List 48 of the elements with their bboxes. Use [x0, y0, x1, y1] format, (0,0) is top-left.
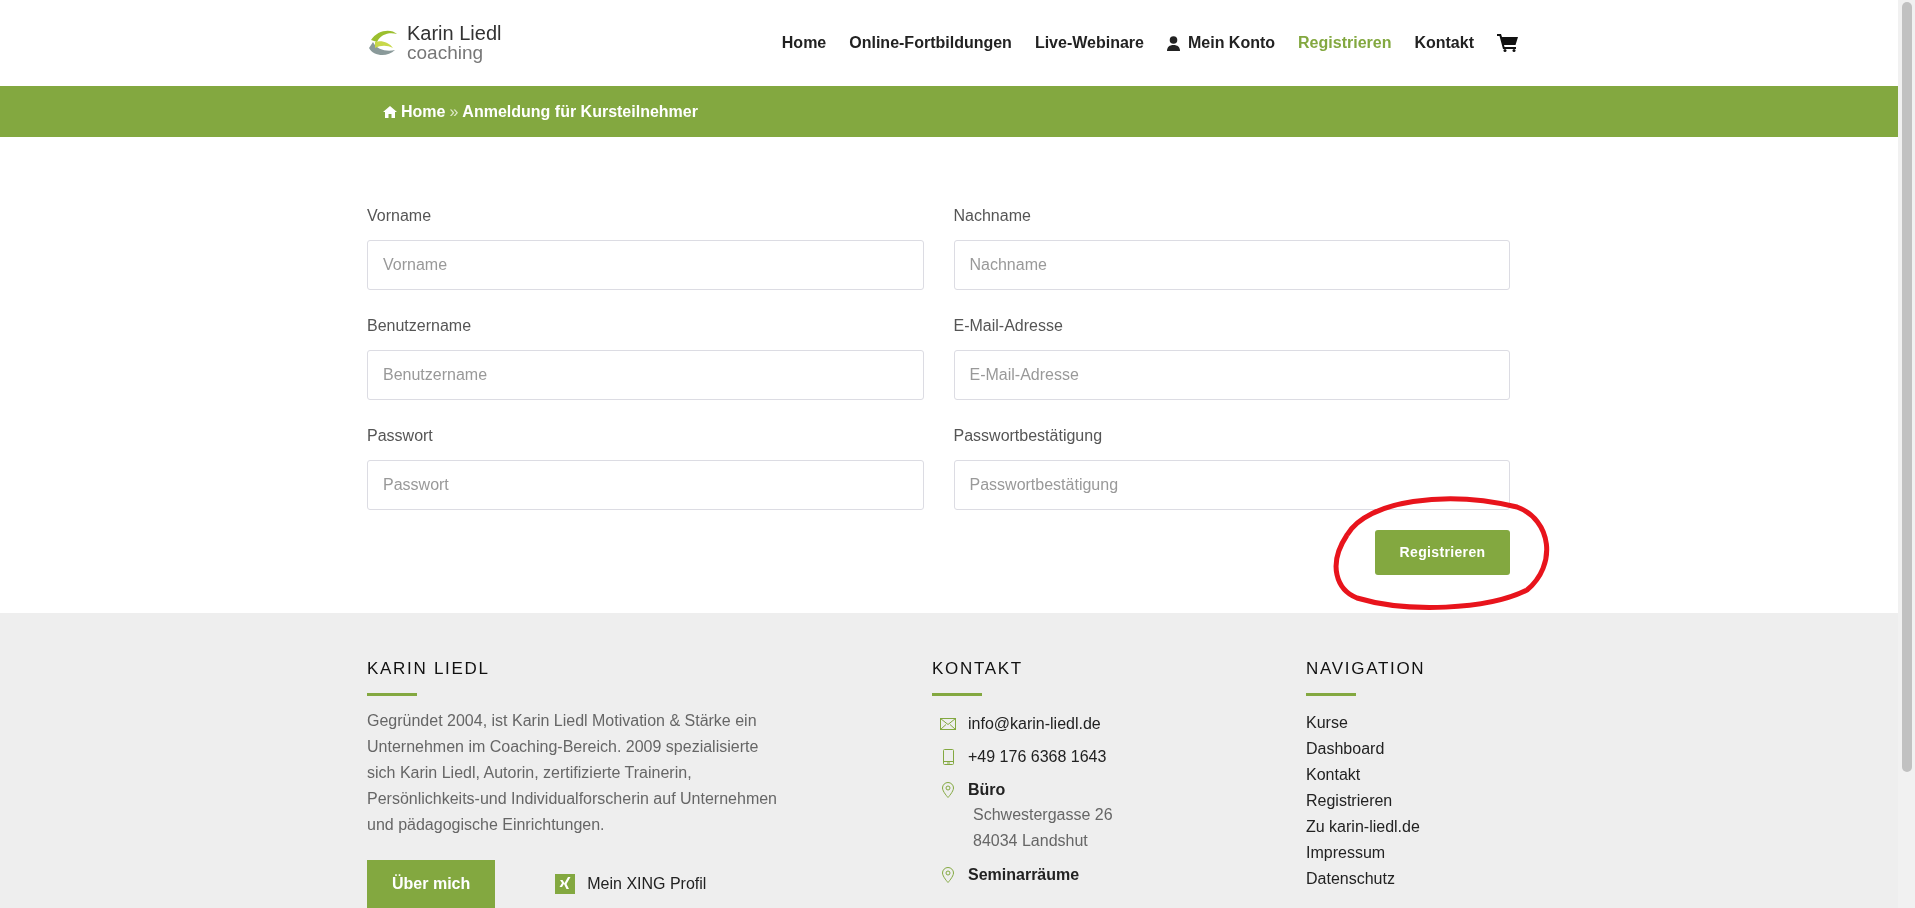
field-label: Benutzername — [367, 315, 473, 336]
contact-text: +49 176 6368 1643 — [968, 747, 1107, 767]
contact-text: info@karin-liedl.de — [968, 714, 1101, 734]
envelope-icon — [940, 718, 956, 730]
about-paragraph: Gegründet 2004, ist Karin Liedl Motivation & Stärke ein Unternehmen im Coaching-Bereich. 2009 spezialisierte sich Karin Liedl, Autorin, zertifizierte Trainerin, Persönlichkeits-und Individualforscherin auf Unternehmen und pädagogische Einrichtungen. — [367, 711, 778, 835]
logo-name: Karin Liedl — [407, 23, 502, 44]
account-link[interactable]: Mein Konto — [1166, 31, 1276, 56]
footer-nav-link[interactable]: Kurse — [1306, 710, 1348, 736]
footer-nav-link[interactable]: Kontakt — [1306, 762, 1361, 788]
home-icon — [383, 105, 397, 118]
field-label: Vorname — [367, 205, 433, 226]
logo-tagline: coaching — [407, 43, 485, 64]
input-field[interactable]: Nachname — [953, 239, 1510, 290]
field-label: Nachname — [953, 205, 1032, 226]
input-field[interactable]: Passwort — [367, 459, 924, 510]
nav-link[interactable]: Online-Fortbildungen — [849, 31, 1012, 56]
location-pin-icon — [942, 782, 954, 798]
address-line: 84034 Landshut — [972, 831, 1089, 851]
footer-nav-link[interactable]: Zu karin-liedl.de — [1306, 814, 1420, 840]
footer-nav-link[interactable]: Registrieren — [1306, 788, 1393, 814]
breadcrumb-separator: » — [449, 101, 459, 122]
input-field[interactable]: Benutzername — [367, 349, 924, 400]
location-pin-icon — [942, 867, 954, 883]
breadcrumb-current: Anmeldung für Kursteilnehmer — [462, 101, 698, 122]
nav-link[interactable]: Live-Webinare — [1034, 31, 1144, 56]
footer-heading: KONTAKT — [932, 657, 1024, 680]
xing-icon — [555, 874, 576, 894]
contact-text: Büro — [968, 780, 1006, 800]
contact-text: Seminarräume — [968, 865, 1080, 885]
user-icon — [1166, 35, 1180, 51]
input-field[interactable]: E-Mail-Adresse — [953, 349, 1510, 400]
cart-icon[interactable] — [1497, 34, 1518, 53]
footer-heading: KARIN LIEDL — [367, 657, 491, 680]
footer-nav-link[interactable]: Datenschutz — [1306, 866, 1395, 892]
footer-heading: NAVIGATION — [1306, 657, 1427, 680]
field-label: E-Mail-Adresse — [953, 315, 1064, 336]
footer-nav-link[interactable]: Impressum — [1306, 840, 1386, 866]
scrollbar[interactable] — [1898, 0, 1915, 908]
xing-link[interactable]: Mein XING Profil — [555, 872, 707, 896]
input-field[interactable]: Vorname — [367, 239, 924, 290]
nav-link[interactable]: Kontakt — [1414, 31, 1474, 56]
footer-nav-link[interactable]: Dashboard — [1306, 736, 1385, 762]
input-field[interactable]: Passwortbestätigung — [953, 459, 1510, 510]
nav-link[interactable]: Home — [781, 31, 827, 56]
field-label: Passwort — [367, 425, 434, 446]
phone-icon — [942, 749, 954, 765]
field-label: Passwortbestätigung — [953, 425, 1104, 446]
address-line: Schwestergasse 26 — [972, 805, 1114, 825]
